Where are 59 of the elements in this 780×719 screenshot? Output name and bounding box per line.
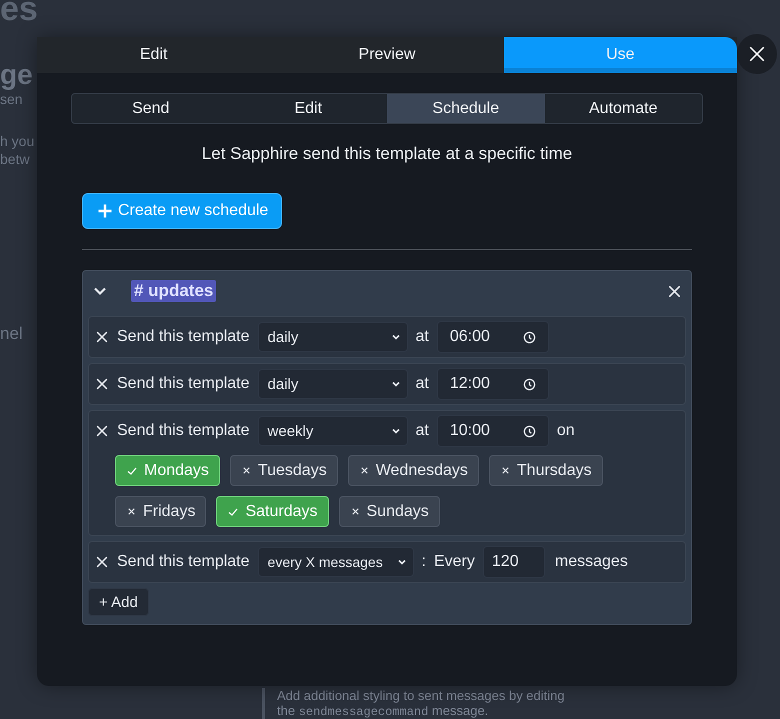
x-icon — [350, 506, 360, 517]
remove-icon[interactable] — [95, 424, 109, 438]
subtab[interactable]: Edit — [230, 94, 387, 123]
frequency-dropdown[interactable]: weekly — [258, 416, 408, 446]
caret-icon — [390, 379, 401, 389]
description-text: sen — [0, 90, 24, 108]
clock-icon — [522, 378, 536, 390]
close-icon[interactable] — [667, 284, 682, 298]
every-label: Every — [434, 553, 475, 571]
day-toggle[interactable]: Thursdays — [488, 455, 603, 486]
remove-icon[interactable] — [95, 330, 109, 344]
clock-icon — [522, 424, 536, 438]
day-toggle[interactable]: Fridays — [115, 496, 206, 527]
channel-name: # updates — [131, 280, 216, 302]
close-icon — [748, 45, 766, 63]
x-icon — [126, 506, 137, 517]
page-title: es — [0, 0, 37, 26]
tab[interactable]: Edit — [37, 37, 270, 73]
on-label: on — [556, 422, 575, 440]
x-icon — [500, 465, 511, 476]
description-text: Let Sapphire send this template at a specific time — [200, 144, 574, 164]
rule-label: Send this template — [117, 422, 250, 440]
clock-icon — [522, 330, 536, 344]
time-field[interactable]: 06:00 — [436, 321, 549, 353]
day-toggle[interactable]: Wednesdays — [348, 455, 479, 486]
subtab[interactable]: Automate — [544, 94, 702, 123]
caret-icon — [390, 426, 401, 436]
count-field[interactable]: 120 — [482, 546, 545, 578]
caret-icon — [390, 332, 401, 342]
remove-icon[interactable] — [95, 377, 109, 391]
tab[interactable]: Preview — [270, 37, 504, 73]
separator: : — [422, 553, 426, 571]
rule-label: Send this template — [117, 328, 250, 346]
x-icon — [358, 465, 370, 476]
unit-label: messages — [554, 553, 628, 571]
day-toggle[interactable]: Sundays — [338, 496, 440, 527]
at-label: at — [416, 422, 429, 440]
at-label: at — [416, 328, 429, 346]
frequency-dropdown[interactable]: daily — [258, 369, 408, 399]
rule-label: Send this template — [117, 375, 250, 393]
frequency-dropdown[interactable]: every X messages — [258, 547, 414, 577]
rule-label: Send this template — [117, 553, 250, 571]
time-field[interactable]: 10:00 — [436, 415, 549, 447]
remove-icon[interactable] — [95, 555, 109, 569]
plus-icon — [97, 203, 113, 219]
add-button[interactable]: + Add — [88, 588, 149, 616]
field-label: nel — [0, 324, 24, 344]
frequency-dropdown[interactable]: daily — [258, 322, 408, 352]
time-field[interactable]: 12:00 — [436, 368, 549, 400]
caret-icon — [396, 557, 407, 567]
section-heading: ge — [0, 60, 34, 90]
description-text: h you — [0, 132, 36, 150]
x-icon — [240, 465, 252, 476]
subtab[interactable]: Send — [72, 94, 230, 123]
close-button[interactable] — [737, 34, 777, 74]
subtab[interactable]: Schedule — [387, 94, 544, 123]
day-toggle[interactable]: Tuesdays — [230, 455, 338, 486]
at-label: at — [416, 375, 429, 393]
description-text: betw — [0, 150, 31, 168]
